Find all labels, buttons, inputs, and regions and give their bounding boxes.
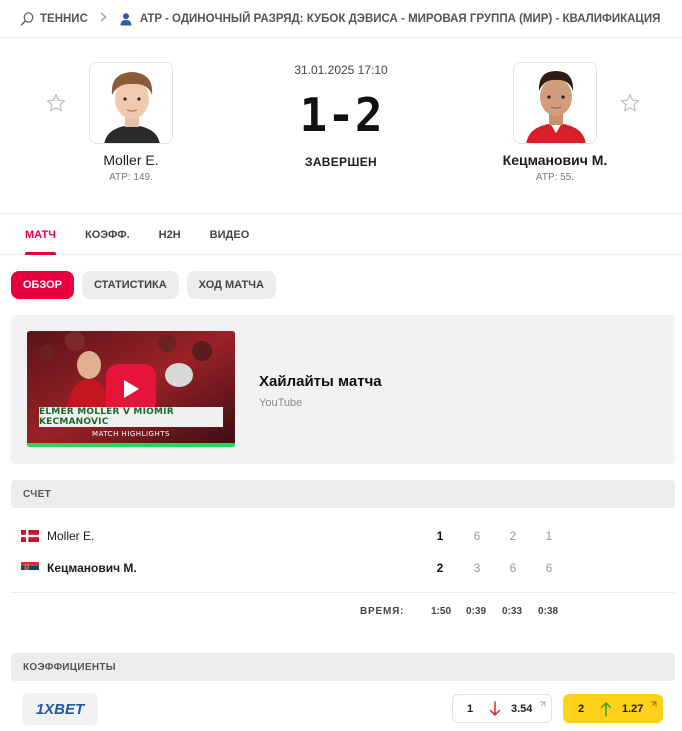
home-player-rank: ATP: 149. (109, 172, 153, 183)
odd-value: 3.54 (511, 702, 533, 715)
score-row-home: Moller E. 1 6 2 1 (21, 526, 675, 546)
score-set-1: 6 (473, 529, 481, 543)
odd-value: 1.27 (622, 702, 644, 715)
odd-away-button[interactable]: 2 1.27 (563, 694, 663, 723)
arrow-down-icon (489, 701, 501, 720)
arrow-up-icon (600, 701, 612, 720)
thumbnail-subcaption: MATCH HIGHLIGHTS (92, 430, 170, 438)
time-set-1: 0:39 (465, 606, 486, 617)
home-player-name[interactable]: Moller E. (31, 152, 231, 168)
main-tabs: МАТЧ КОЭФФ. H2H ВИДЕО (0, 214, 682, 255)
sub-tabs: ОБЗОР СТАТИСТИКА ХОД МАТЧА (11, 271, 276, 299)
tab-match[interactable]: МАТЧ (25, 214, 57, 255)
time-set-2: 0:33 (501, 606, 522, 617)
video-thumbnail[interactable]: ELMER MOLLER V MIOMIR KECMANOVIC MATCH H… (27, 331, 235, 447)
match-status: ЗАВЕРШЕН (305, 155, 377, 169)
bookmaker-logo[interactable]: 1XBET (22, 693, 98, 725)
breadcrumb-tournament[interactable]: ATP - ОДИНОЧНЫЙ РАЗРЯД: КУБОК ДЭВИСА - М… (140, 13, 660, 25)
match-score: 1-2 (299, 88, 383, 142)
match-date: 31.01.2025 17:10 (294, 63, 388, 77)
favorite-star-icon-home[interactable] (45, 92, 67, 114)
chevron-right-icon (100, 12, 107, 25)
breadcrumb: ТЕННИС ATP - ОДИНОЧНЫЙ РАЗРЯД: КУБОК ДЭВ… (0, 0, 682, 38)
serbia-flag-icon (21, 562, 39, 574)
score-set-3: 6 (545, 561, 553, 575)
odds-section-header: КОЭФФИЦИЕНТЫ (11, 653, 675, 681)
tab-odds[interactable]: КОЭФФ. (85, 214, 130, 255)
person-icon (119, 12, 133, 26)
odd-label: 1 (467, 702, 474, 715)
score-total: 1 (436, 529, 444, 543)
tab-h2h[interactable]: H2H (159, 214, 181, 255)
tab-video[interactable]: ВИДЕО (210, 214, 250, 255)
highlights-card[interactable]: ELMER MOLLER V MIOMIR KECMANOVIC MATCH H… (11, 315, 675, 464)
odd-label: 2 (578, 702, 585, 715)
odd-home-button[interactable]: 1 3.54 (452, 694, 552, 723)
time-set-3: 0:38 (537, 606, 558, 617)
highlights-source: YouTube (259, 397, 303, 409)
time-label: ВРЕМЯ: (360, 606, 405, 617)
away-player-name[interactable]: Кецманович М. (455, 152, 655, 168)
subtab-overview[interactable]: ОБЗОР (11, 271, 74, 299)
thumbnail-caption: ELMER MOLLER V MIOMIR KECMANOVIC (39, 407, 223, 427)
match-time-row: ВРЕМЯ: 1:50 0:39 0:33 0:38 (0, 606, 682, 620)
away-player-rank: ATP: 55. (535, 172, 575, 183)
score-section-header: СЧЕТ (11, 480, 675, 508)
score-set-3: 1 (545, 529, 553, 543)
denmark-flag-icon (21, 530, 39, 542)
breadcrumb-sport[interactable]: ТЕННИС (40, 13, 88, 25)
subtab-statistics[interactable]: СТАТИСТИКА (81, 271, 179, 299)
avatar-away[interactable] (513, 62, 597, 144)
subtab-match-progress[interactable]: ХОД МАТЧА (186, 271, 276, 299)
match-header: Moller E. ATP: 149. 31.01.2025 17:10 1-2… (0, 38, 682, 214)
highlights-title[interactable]: Хайлайты матча (259, 373, 382, 390)
tennis-racket-icon (20, 11, 34, 26)
score-row-name[interactable]: Moller E. (47, 529, 427, 543)
favorite-star-icon-away[interactable] (619, 92, 641, 114)
external-link-icon (650, 699, 657, 711)
score-row-away: Кецманович М. 2 3 6 6 (21, 558, 675, 578)
score-row-name[interactable]: Кецманович М. (47, 561, 427, 575)
external-link-icon (539, 699, 546, 711)
score-set-1: 3 (473, 561, 481, 575)
avatar-home[interactable] (89, 62, 173, 144)
score-set-2: 6 (509, 561, 517, 575)
time-total: 1:50 (430, 606, 451, 617)
score-total: 2 (436, 561, 444, 575)
divider (11, 592, 675, 593)
score-set-2: 2 (509, 529, 517, 543)
